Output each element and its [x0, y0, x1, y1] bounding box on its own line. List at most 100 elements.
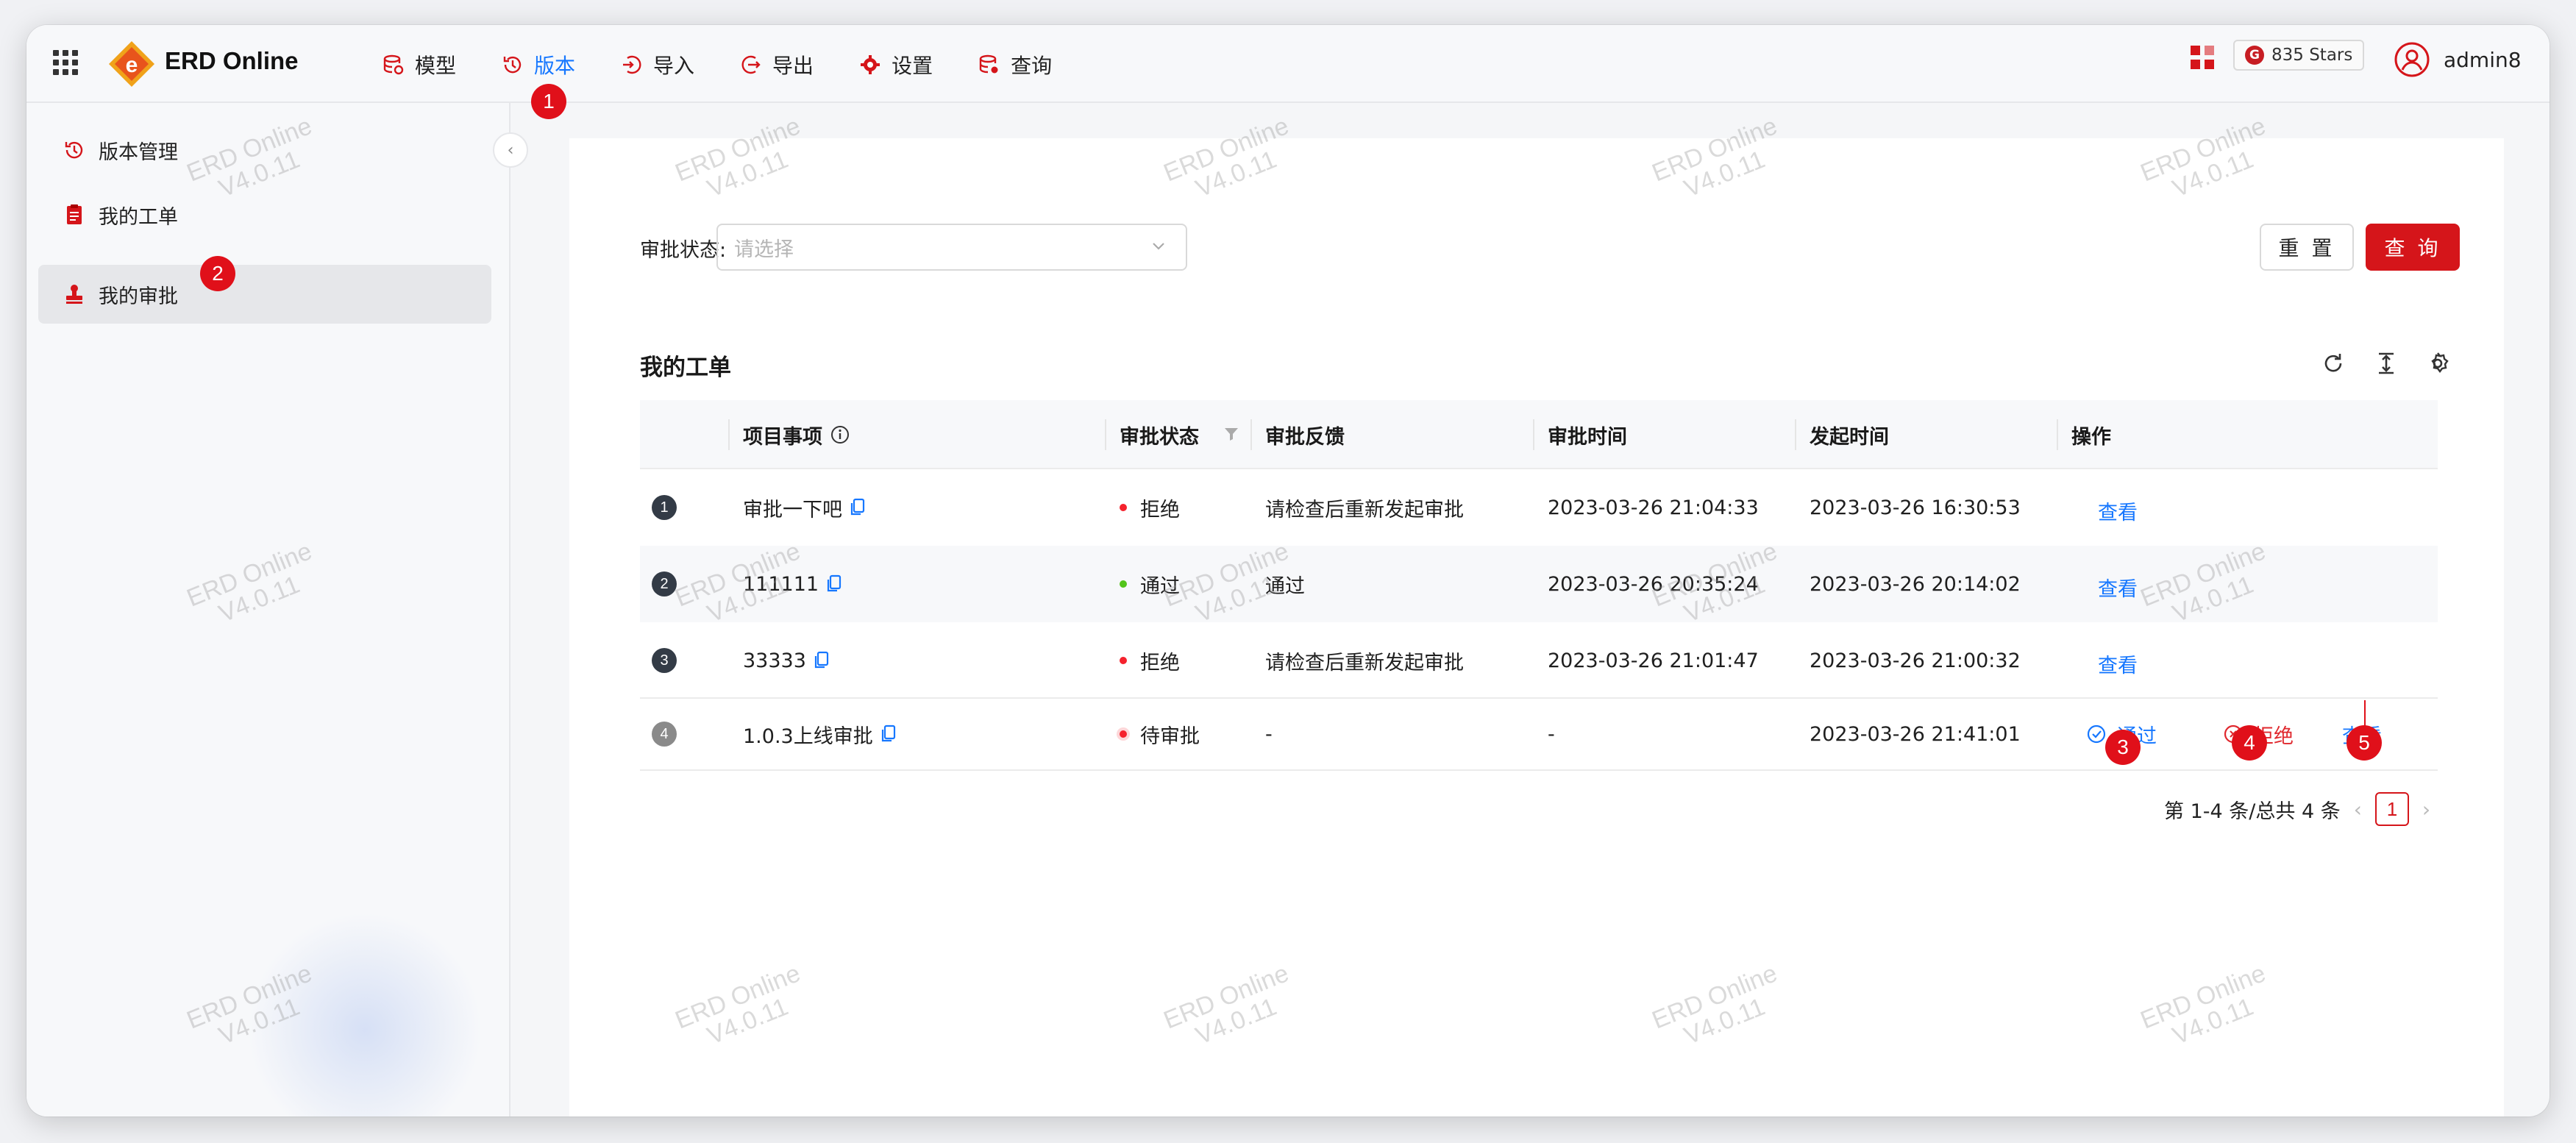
- row-start-time: 2023-03-26 21:00:32: [1810, 649, 2021, 672]
- row-approve-time: 2023-03-26 20:35:24: [1548, 572, 1759, 596]
- row-approve-time: 2023-03-26 21:04:33: [1548, 496, 1759, 519]
- user-avatar-icon: [2394, 42, 2430, 77]
- row-approve-time: -: [1548, 722, 1555, 746]
- status-dot: [1120, 504, 1127, 511]
- top-nav: 模型 版本 导入 导出 设置 查询: [383, 43, 1097, 87]
- sidebar-item-label: 版本管理: [99, 140, 178, 164]
- row-start-time: 2023-03-26 21:41:01: [1810, 722, 2021, 746]
- column-height-icon[interactable]: [2373, 350, 2399, 377]
- column-divider: [1105, 419, 1106, 450]
- page-number-current[interactable]: 1: [2374, 792, 2409, 826]
- column-divider: [1250, 419, 1252, 450]
- column-divider: [1533, 419, 1534, 450]
- nav-label: 设置: [892, 54, 933, 78]
- row-feedback: 通过: [1265, 574, 1305, 598]
- export-icon: [741, 55, 761, 74]
- document-icon: [67, 204, 82, 224]
- annotation-marker: 4: [2232, 725, 2267, 761]
- settings-gear-icon[interactable]: [2424, 350, 2451, 377]
- column-divider: [1795, 419, 1796, 450]
- nav-export[interactable]: 导出: [740, 43, 814, 87]
- sidebar-item-label: 我的审批: [99, 285, 178, 308]
- check-circle-icon: [2087, 724, 2106, 744]
- sidebar: 版本管理 我的工单 我的审批: [26, 103, 510, 1117]
- stamp-icon: [66, 285, 82, 304]
- table-row: 4 1.0.3上线审批 待审批 - - 2023-03-26 21:41:01 …: [640, 697, 2438, 771]
- column-header-approve-time: 审批时间: [1548, 425, 1627, 449]
- sidebar-item-version-management[interactable]: 版本管理: [38, 121, 491, 179]
- view-link[interactable]: 查看: [2098, 649, 2138, 678]
- nav-model[interactable]: 模型: [383, 43, 456, 87]
- dashboard-icon[interactable]: [2189, 44, 2216, 71]
- query-button[interactable]: 查 询: [2366, 224, 2460, 271]
- database-icon: [383, 54, 404, 75]
- nav-query[interactable]: 查询: [978, 43, 1052, 87]
- column-label: 项目事项: [743, 425, 822, 449]
- app-grid-icon[interactable]: [53, 50, 78, 75]
- table-row: 1 审批一下吧 拒绝 请检查后重新发起审批 2023-03-26 21:04:3…: [640, 469, 2438, 546]
- user-menu[interactable]: admin8: [2394, 41, 2522, 78]
- info-icon[interactable]: [830, 424, 850, 445]
- column-divider: [2057, 419, 2058, 450]
- table-header: 项目事项 审批状态 审批反馈 审批时间 发起时间 操作: [640, 400, 2438, 469]
- erd-logo-icon: e: [109, 41, 154, 87]
- column-header-status: 审批状态: [1120, 425, 1199, 449]
- history-icon: [65, 141, 83, 159]
- brand-name: ERD Online: [165, 47, 299, 74]
- chevron-left-icon: ‹: [507, 140, 514, 160]
- chevron-right-icon[interactable]: ›: [2422, 797, 2430, 822]
- row-status: 拒绝: [1140, 651, 1180, 674]
- copy-icon[interactable]: [850, 498, 866, 517]
- table-title: 我的工单: [640, 355, 731, 381]
- filter-icon[interactable]: [1223, 425, 1240, 443]
- gitee-icon: G: [2245, 46, 2264, 65]
- table-row: 3 33333 拒绝 请检查后重新发起审批 2023-03-26 21:01:4…: [640, 622, 2438, 699]
- row-item: 111111: [743, 572, 819, 596]
- filter-status-label: 审批状态:: [640, 239, 727, 262]
- column-divider: [728, 419, 730, 450]
- row-start-time: 2023-03-26 20:14:02: [1810, 572, 2021, 596]
- status-select[interactable]: 请选择: [716, 224, 1187, 271]
- column-header-feedback: 审批反馈: [1265, 425, 1345, 449]
- column-header-start-time: 发起时间: [1810, 425, 1889, 449]
- reset-button[interactable]: 重 置: [2260, 224, 2354, 271]
- row-index-badge: 2: [652, 572, 677, 597]
- history-icon: [503, 56, 522, 74]
- sidebar-item-my-approvals[interactable]: 我的审批: [38, 265, 491, 324]
- github-stars-badge[interactable]: G 835 Stars: [2233, 40, 2365, 71]
- svg-text:e: e: [126, 53, 138, 77]
- sidebar-item-label: 我的工单: [99, 205, 178, 229]
- column-header-item: 项目事项: [743, 400, 850, 469]
- view-link[interactable]: 查看: [2098, 496, 2138, 525]
- row-index-badge: 1: [652, 495, 677, 520]
- top-header: e ERD Online 模型 版本 导入 导出 设置 查询 G 835 Sta…: [26, 25, 2550, 103]
- sidebar-item-my-tickets[interactable]: 我的工单: [38, 185, 491, 244]
- annotation-marker: 3: [2105, 730, 2141, 765]
- nav-import[interactable]: 导入: [621, 43, 694, 87]
- copy-icon[interactable]: [814, 651, 830, 670]
- nav-settings[interactable]: 设置: [859, 43, 933, 87]
- reload-icon[interactable]: [2320, 350, 2346, 377]
- row-item: 33333: [743, 649, 806, 672]
- row-index-badge: 4: [652, 722, 677, 747]
- status-dot: [1120, 657, 1127, 664]
- copy-icon[interactable]: [880, 724, 897, 744]
- gear-icon: [861, 55, 880, 74]
- copy-icon[interactable]: [826, 574, 842, 594]
- nav-version[interactable]: 版本: [502, 43, 575, 87]
- row-item: 审批一下吧: [743, 498, 842, 521]
- row-index-badge: 3: [652, 648, 677, 673]
- row-feedback: 请检查后重新发起审批: [1265, 651, 1464, 674]
- username: admin8: [2444, 47, 2522, 72]
- sidebar-collapse-button[interactable]: ‹: [493, 132, 528, 168]
- select-placeholder: 请选择: [734, 238, 794, 261]
- pagination-summary: 第 1-4 条/总共 4 条: [2164, 800, 2341, 823]
- chevron-left-icon[interactable]: ‹: [2354, 797, 2362, 822]
- row-start-time: 2023-03-26 16:30:53: [1810, 496, 2021, 519]
- view-link[interactable]: 查看: [2098, 573, 2138, 602]
- row-status: 待审批: [1140, 724, 1200, 748]
- status-dot: [1120, 730, 1127, 738]
- row-feedback: -: [1265, 722, 1273, 746]
- nav-label: 模型: [415, 54, 457, 78]
- nav-label: 导入: [653, 54, 695, 78]
